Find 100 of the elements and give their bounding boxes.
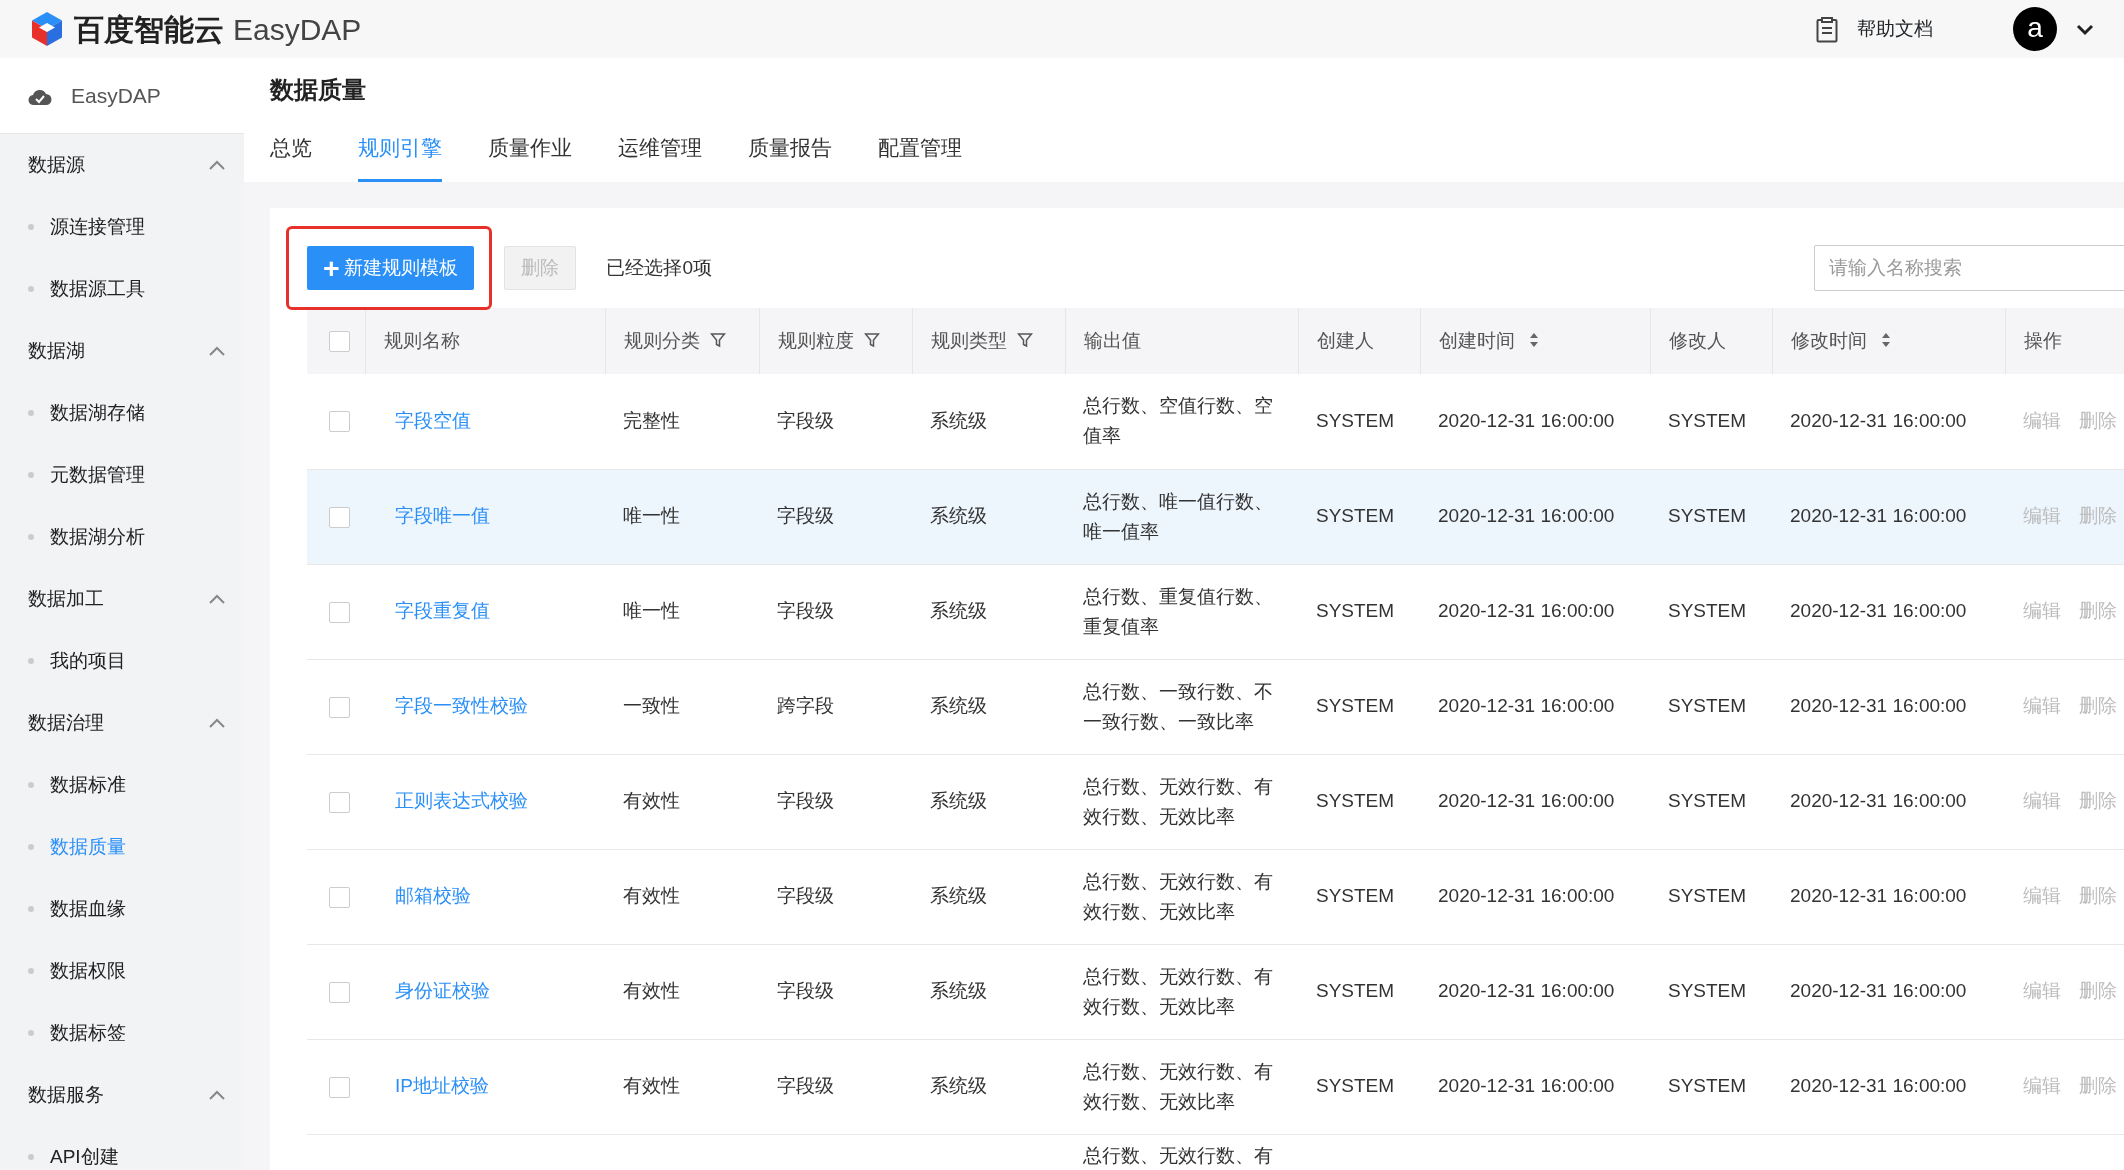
- group-label: 数据治理: [28, 710, 104, 735]
- table-cell: SYSTEM: [1316, 885, 1395, 907]
- sidebar-group[interactable]: 数据加工: [0, 568, 244, 630]
- checkbox[interactable]: [329, 601, 350, 623]
- table-cell-text: 总行数、无效行数、有: [1083, 1143, 1274, 1168]
- table-cell: SYSTEM: [1668, 790, 1747, 812]
- table-cell-text: 总行数、空值行数、空值率: [1083, 394, 1274, 449]
- sort-icon[interactable]: [1528, 331, 1539, 348]
- table-cell: 2020-12-31 16:00:00: [1790, 600, 1967, 622]
- sort-icon[interactable]: [1880, 331, 1891, 348]
- table-cell: 字段级: [777, 790, 834, 812]
- sidebar-item[interactable]: 数据源工具: [0, 258, 244, 320]
- sidebar-item[interactable]: 源连接管理: [0, 196, 244, 258]
- tab[interactable]: 总览: [270, 131, 312, 182]
- sidebar-item[interactable]: 数据权限: [0, 940, 244, 1002]
- table-cell: 2020-12-31 16:00:00: [1790, 885, 1967, 907]
- page-title: 数据质量: [268, 75, 367, 105]
- table-cell: 2020-12-31 16:00:00: [1790, 1075, 1967, 1097]
- sidebar-item[interactable]: 数据血缘: [0, 878, 244, 940]
- checkbox[interactable]: [329, 411, 350, 433]
- table-cell: SYSTEM: [1668, 600, 1747, 622]
- filter-icon[interactable]: [863, 331, 880, 348]
- tab[interactable]: 配置管理: [878, 131, 962, 182]
- table-cell: 有效性: [623, 885, 680, 907]
- caret-icon[interactable]: [2076, 23, 2094, 36]
- tab[interactable]: 质量作业: [488, 131, 572, 182]
- sidebar-group[interactable]: 数据治理: [0, 692, 244, 754]
- cloud-icon: [28, 88, 52, 107]
- group-label: 数据服务: [28, 1082, 104, 1107]
- table-cell: 2020-12-31 16:00:00: [1790, 790, 1967, 812]
- help-link[interactable]: 帮助文档: [1857, 14, 1933, 44]
- table-cell: SYSTEM: [1668, 1075, 1747, 1097]
- checkbox[interactable]: [329, 981, 350, 1003]
- table-cell: 2020-12-31 16:00:00: [1438, 885, 1615, 907]
- filter-icon[interactable]: [1016, 331, 1033, 348]
- sidebar-item[interactable]: 数据湖存储: [0, 382, 244, 444]
- table-row[interactable]: 字段唯一值 唯一性 字段级 系统级 总行数、唯一值行数、唯一值率 SYSTEM 2020-12-31 16:00:00 SYSTEM 2020-12-31 16:00:00 编辑 删除: [307, 469, 2124, 564]
- table-cell: 2020-12-31 16:00:00: [1790, 505, 1967, 527]
- table-cell: 系统级: [930, 790, 987, 812]
- column-header: 操作: [2023, 329, 2062, 351]
- checkbox[interactable]: [329, 1076, 350, 1098]
- product-name: EasyDAP: [233, 11, 362, 48]
- table-cell: 系统级: [930, 695, 987, 717]
- filter-icon[interactable]: [709, 331, 726, 348]
- table-row[interactable]: 邮箱校验 有效性 字段级 系统级 总行数、无效行数、有效行数、无效比率 SYSTEM 2020-12-31 16:00:00 SYSTEM 2020-12-31 16:00:00 编辑 删除: [307, 849, 2124, 944]
- table-row[interactable]: 字段一致性校验 一致性 跨字段 系统级 总行数、一致行数、不一致行数、一致比率 SYSTEM 2020-12-31 16:00:00 SYSTEM 2020-12-31 16:00:00 编辑 删除: [307, 659, 2124, 754]
- table-cell: SYSTEM: [1668, 410, 1747, 431]
- column-header: 创建时间: [1438, 329, 1515, 351]
- sidebar-group[interactable]: 数据服务: [0, 1064, 244, 1126]
- table-cell-text: 总行数、一致行数、不一致行数、一致比率: [1083, 679, 1274, 734]
- sidebar-item[interactable]: 数据湖分析: [0, 506, 244, 568]
- chevron-icon[interactable]: [208, 594, 226, 606]
- table-cell: 系统级: [930, 410, 987, 431]
- sidebar-group[interactable]: 数据源: [0, 134, 244, 196]
- chevron-icon[interactable]: [208, 346, 226, 358]
- table-cell: 2020-12-31 16:00:00: [1790, 695, 1967, 717]
- checkbox[interactable]: [329, 791, 350, 813]
- sidebar-item[interactable]: 我的项目: [0, 630, 244, 692]
- table-cell-text: 总行数、唯一值行数、唯一值率: [1083, 489, 1274, 544]
- column-header: 输出值: [1083, 329, 1141, 351]
- table-cell: SYSTEM: [1316, 505, 1395, 527]
- table-row[interactable]: 正则表达式校验 有效性 字段级 系统级 总行数、无效行数、有效行数、无效比率 SYSTEM 2020-12-31 16:00:00 SYSTEM 2020-12-31 16:00:00 编辑 删除: [307, 754, 2124, 849]
- table-cell-text: 总行数、无效行数、有效行数、无效比率: [1083, 774, 1274, 829]
- sidebar-item[interactable]: 数据标签: [0, 1002, 244, 1064]
- table-row[interactable]: 身份证校验 有效性 字段级 系统级 总行数、无效行数、有效行数、无效比率 SYSTEM 2020-12-31 16:00:00 SYSTEM 2020-12-31 16:00:00 编辑 删除: [307, 944, 2124, 1039]
- chevron-icon[interactable]: [208, 1090, 226, 1102]
- tab[interactable]: 运维管理: [618, 131, 702, 182]
- checkbox[interactable]: [329, 506, 350, 528]
- tab[interactable]: 质量报告: [748, 131, 832, 182]
- checkbox[interactable]: [329, 331, 350, 353]
- table-cell: 字段级: [777, 410, 834, 431]
- table-cell: SYSTEM: [1668, 885, 1747, 907]
- table-cell: SYSTEM: [1316, 790, 1395, 812]
- table-cell: 字段级: [777, 885, 834, 907]
- table-cell: 唯一性: [623, 505, 680, 527]
- clipboard-icon[interactable]: [1816, 16, 1838, 43]
- table-cell: 系统级: [930, 980, 987, 1002]
- table-cell: SYSTEM: [1668, 505, 1747, 527]
- table-cell: SYSTEM: [1668, 695, 1747, 717]
- group-label: 数据源: [28, 152, 85, 177]
- chevron-icon[interactable]: [208, 718, 226, 730]
- table-cell: 2020-12-31 16:00:00: [1438, 505, 1615, 527]
- column-header: 规则粒度: [777, 329, 854, 351]
- search-field[interactable]: 请输入名称搜索: [1814, 245, 2124, 291]
- checkbox[interactable]: [329, 886, 350, 908]
- table-row[interactable]: IP地址校验 有效性 字段级 系统级 总行数、无效行数、有效行数、无效比率 SYSTEM 2020-12-31 16:00:00 SYSTEM 2020-12-31 16:00:00 编辑 删除: [307, 1039, 2124, 1134]
- sidebar-item[interactable]: 元数据管理: [0, 444, 244, 506]
- table-cell-text: 总行数、无效行数、有效行数、无效比率: [1083, 1059, 1274, 1114]
- table-cell-text: 总行数、无效行数、有效行数、无效比率: [1083, 964, 1274, 1019]
- column-header: 修改时间: [1790, 329, 1867, 351]
- table-cell: SYSTEM: [1316, 695, 1395, 717]
- sidebar-item[interactable]: 数据标准: [0, 754, 244, 816]
- chevron-icon[interactable]: [208, 160, 226, 172]
- sidebar-item[interactable]: API创建: [0, 1126, 244, 1170]
- sidebar-group[interactable]: 数据湖: [0, 320, 244, 382]
- table-row[interactable]: 字段重复值 唯一性 字段级 系统级 总行数、重复值行数、重复值率 SYSTEM 2020-12-31 16:00:00 SYSTEM 2020-12-31 16:00:00 编辑 删除: [307, 564, 2124, 659]
- column-header: 规则名称: [383, 329, 460, 351]
- table-row[interactable]: 字段空值 完整性 字段级 系统级 总行数、空值行数、空值率 SYSTEM 2020-12-31 16:00:00 SYSTEM 2020-12-31 16:00:00 编辑 删除: [307, 374, 2124, 469]
- checkbox[interactable]: [329, 696, 350, 718]
- user-avatar[interactable]: a: [2013, 7, 2057, 51]
